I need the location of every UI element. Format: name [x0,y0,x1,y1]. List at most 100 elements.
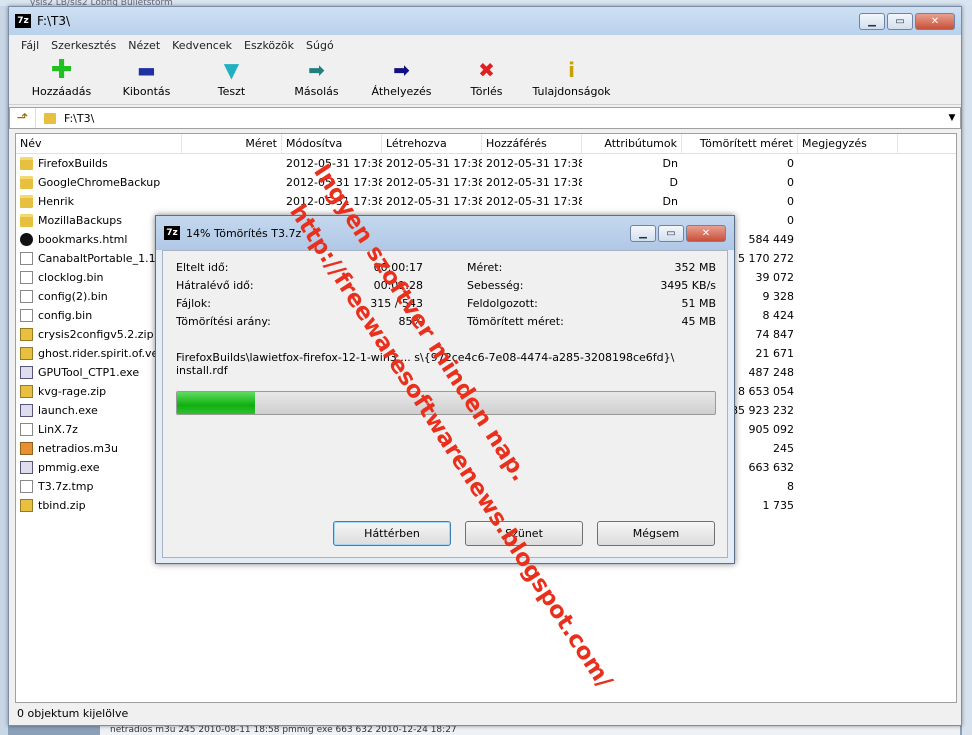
files-label: Fájlok: [176,297,211,310]
column-name[interactable]: Név [16,134,182,153]
column-attributes[interactable]: Attribútumok [582,134,682,153]
file-name-cell: FirefoxBuilds [16,154,182,173]
minimize-button[interactable]: ▁ [859,12,885,30]
7zip-app-icon: 7z [164,226,180,240]
dialog-title: 14% Tömörítés T3.7z [186,226,302,240]
column-packed-size[interactable]: Tömörített méret [682,134,798,153]
pause-button[interactable]: Szünet [465,521,583,546]
dialog-body: Eltelt idő: 00:00:17 Hátralévő idő: 00:0… [162,250,728,558]
maximize-button[interactable]: ▭ [887,12,913,30]
title-bar[interactable]: 7z F:\T3\ ▁ ▭ ✕ [9,7,961,35]
toolbar-button-label: Tulajdonságok [532,85,611,98]
current-file-path: FirefoxBuilds\lawietfox-firefox-12-1-win… [176,351,716,377]
toolbar-button-0[interactable]: ✚ Hozzáadás [19,55,104,98]
menu-item-2[interactable]: Nézet [122,39,166,52]
file-name: launch.exe [38,404,98,417]
column-size[interactable]: Méret [182,134,282,153]
window-title: F:\T3\ [37,14,71,28]
folder-icon [20,214,33,227]
cell-attr: Dn [662,195,678,208]
check-chevron-icon: ▼ [223,58,240,82]
cell-acc: 2012-05-31 17:38 [486,195,582,208]
toolbar-button-2[interactable]: ▼ Teszt [189,55,274,98]
menu-item-3[interactable]: Kedvencek [166,39,238,52]
toolbar-button-1[interactable]: ▬ Kibontás [104,55,189,98]
elapsed-value: 00:00:17 [373,261,423,274]
cell-cre: 2012-05-31 17:38 [386,176,482,189]
close-button[interactable]: ✕ [915,12,955,30]
column-modified[interactable]: Módosítva [282,134,382,153]
files-value: 315 / 543 [370,297,423,310]
elapsed-label: Eltelt idő: [176,261,229,274]
speed-value: 3495 KB/s [660,279,716,292]
dialog-title-bar[interactable]: 7z 14% Tömörítés T3.7z ▁ ▭ ✕ [156,216,734,250]
minus-icon: ▬ [137,58,156,82]
file-name: config.bin [38,309,93,322]
zip-icon [20,328,33,341]
zip-icon [20,385,33,398]
remaining-value: 00:01:28 [373,279,423,292]
background-button[interactable]: Háttérben [333,521,451,546]
file-name: bookmarks.html [38,233,128,246]
cell-cre: 2012-05-31 17:38 [386,157,482,170]
cell-mod: 2012-05-31 17:38 [286,176,382,189]
column-accessed[interactable]: Hozzáférés [482,134,582,153]
table-row[interactable]: GoogleChromeBackup 2012-05-31 17:38 2012-0… [16,173,956,192]
menu-item-5[interactable]: Súgó [300,39,340,52]
file-name: GoogleChromeBackup [38,176,161,189]
toolbar-button-3[interactable]: ➡ Másolás [274,55,359,98]
delete-x-icon: ✖ [478,58,495,82]
menu-item-1[interactable]: Szerkesztés [45,39,122,52]
dialog-close-button[interactable]: ✕ [686,224,726,242]
toolbar-button-4[interactable]: ➡ Áthelyezés [359,55,444,98]
html-icon [20,233,33,246]
file-name: config(2).bin [38,290,108,303]
status-bar: 0 objektum kijelölve [17,707,129,720]
up-arrow-icon: ⬏ [16,110,29,126]
toolbar-button-5[interactable]: ✖ Törlés [444,55,529,98]
processed-value: 51 MB [681,297,716,310]
menu-item-0[interactable]: Fájl [15,39,45,52]
folder-icon [20,157,33,170]
cell-comp: 0 [787,176,794,189]
exe-icon [20,461,33,474]
file-name: T3.7z.tmp [38,480,94,493]
exe-icon [20,366,33,379]
file-list-header: Név Méret Módosítva Létrehozva Hozzáféré… [16,134,956,154]
chevron-down-icon[interactable]: ▼ [944,113,960,123]
cell-mod: 2012-05-31 17:38 [286,195,382,208]
address-bar[interactable]: ⬏ F:\T3\ ▼ [9,107,961,129]
column-comment[interactable]: Megjegyzés [798,134,898,153]
file-name: GPUTool_CTP1.exe [38,366,140,379]
folder-up-button[interactable]: ⬏ [10,108,36,128]
cell-attr: D [669,176,678,189]
file-name-cell: GoogleChromeBackup [16,173,182,192]
file-name: netradios.m3u [38,442,118,455]
file-name: MozillaBackups [38,214,122,227]
compressed-size-label: Tömörített méret: [467,315,564,328]
file-name: LinX.7z [38,423,78,436]
background-left-strip [0,6,8,735]
progress-bar-fill [177,392,255,414]
toolbar-button-6[interactable]: i Tulajdonságok [529,55,614,98]
toolbar-button-label: Törlés [470,85,503,98]
background-right-strip [962,6,972,735]
zip-icon [20,499,33,512]
speed-label: Sebesség: [467,279,524,292]
toolbar: ✚ Hozzáadás ▬ Kibontás ▼ Teszt ➡ Másolás ➡ Áthely… [9,55,961,105]
cell-comp: 0 [787,195,794,208]
file-name: clocklog.bin [38,271,104,284]
table-row[interactable]: FirefoxBuilds 2012-05-31 17:38 2012-05-31 … [16,154,956,173]
dialog-maximize-button[interactable]: ▭ [658,224,684,242]
toolbar-button-label: Áthelyezés [371,85,432,98]
info-icon: i [568,58,575,82]
address-path[interactable]: F:\T3\ [64,112,944,125]
dialog-minimize-button[interactable]: ▁ [630,224,656,242]
table-row[interactable]: Henrik 2012-05-31 17:38 2012-05-31 17:38 20… [16,192,956,211]
menu-item-4[interactable]: Eszközök [238,39,300,52]
column-created[interactable]: Létrehozva [382,134,482,153]
ratio-label: Tömörítési arány: [176,315,271,328]
progress-bar [176,391,716,415]
cancel-button[interactable]: Mégsem [597,521,715,546]
toolbar-button-label: Másolás [294,85,339,98]
